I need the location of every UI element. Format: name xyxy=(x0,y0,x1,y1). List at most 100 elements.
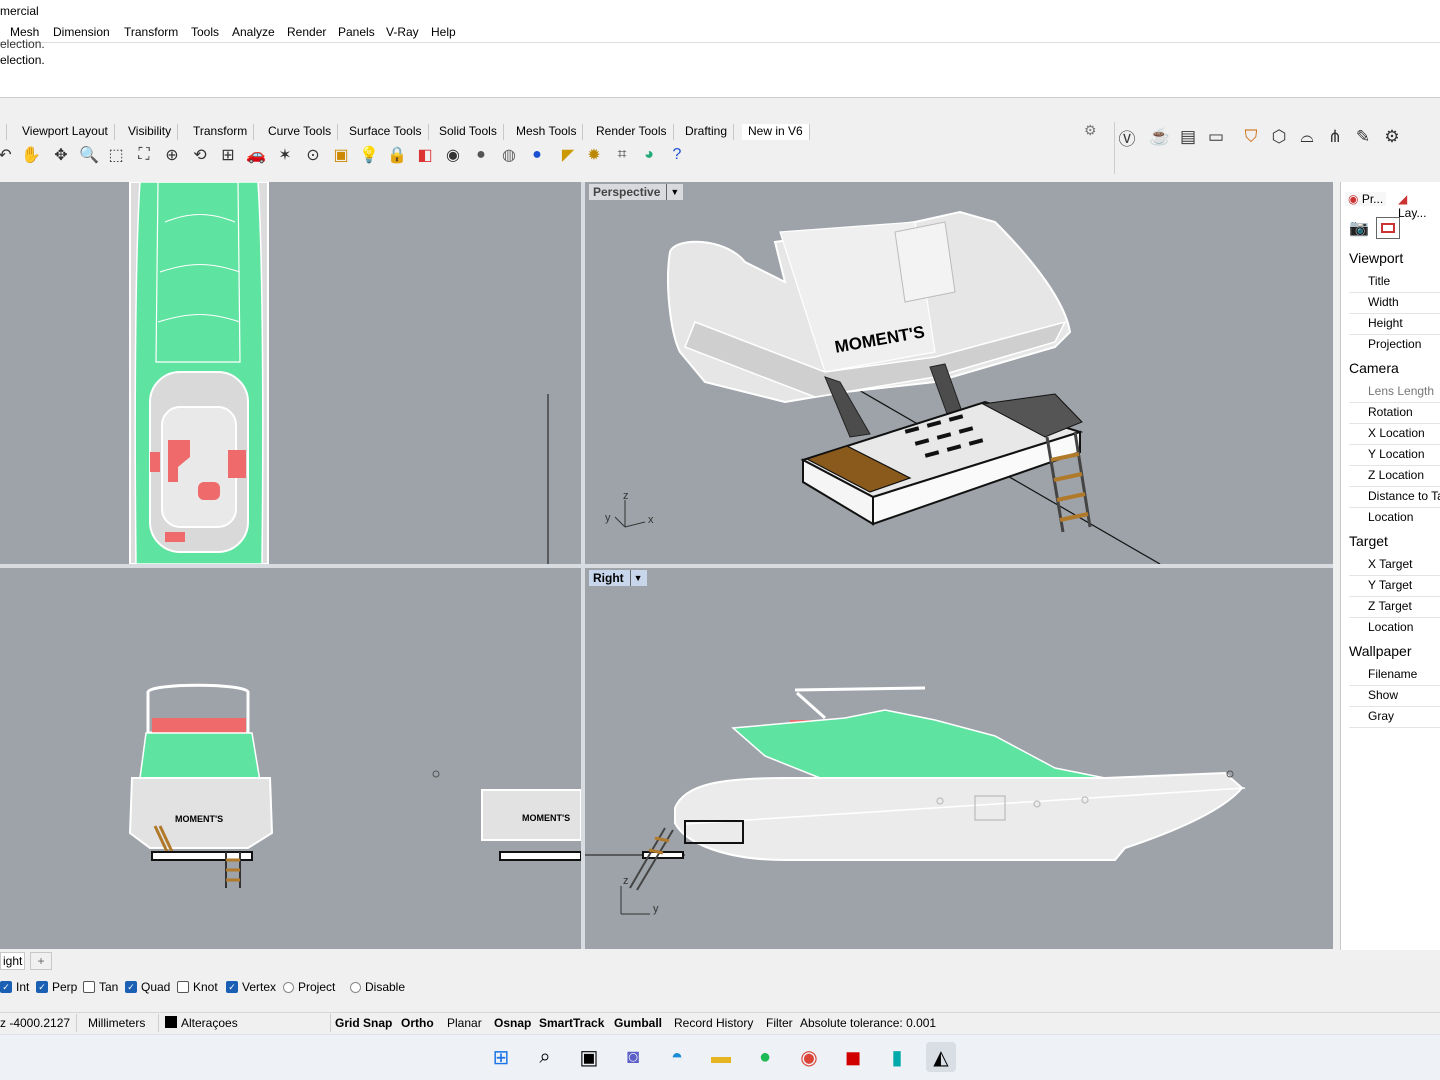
osnap-toggle[interactable]: Osnap xyxy=(494,1016,531,1030)
menu-render[interactable]: Render xyxy=(287,25,326,39)
point-icon[interactable]: ⊙ xyxy=(302,144,324,166)
teams-icon[interactable]: ◙ xyxy=(618,1042,648,1072)
four-viewports-icon[interactable]: ⊞ xyxy=(217,144,239,166)
planar-toggle[interactable]: Planar xyxy=(447,1016,482,1030)
command-history[interactable]: election. election. xyxy=(0,37,1440,98)
radio-icon[interactable] xyxy=(283,981,294,993)
viewport-frame-icon[interactable] xyxy=(1376,217,1400,239)
help-icon[interactable]: ? xyxy=(666,144,688,166)
dimension-icon[interactable]: ◤ xyxy=(557,144,579,166)
sphere-icon[interactable]: ● xyxy=(470,144,492,166)
prop-projection[interactable]: Projection xyxy=(1368,337,1421,351)
checkbox-icon[interactable] xyxy=(83,981,95,993)
osnap-knot[interactable]: Knot xyxy=(177,980,218,994)
menu-analyze[interactable]: Analyze xyxy=(232,25,275,39)
snapshot-icon[interactable]: ▣ xyxy=(330,144,352,166)
tab-visibility[interactable]: Visibility xyxy=(122,124,179,140)
prop-y-target[interactable]: Y Target xyxy=(1368,578,1412,592)
add-viewport-tab-button[interactable]: + xyxy=(30,952,52,970)
menu-transform[interactable]: Transform xyxy=(124,25,178,39)
viewport-right[interactable]: Right ▼ y z xyxy=(585,568,1333,949)
prop-height[interactable]: Height xyxy=(1368,316,1403,330)
lock-icon[interactable]: 🔒 xyxy=(386,144,408,166)
tab-mesh-tools[interactable]: Mesh Tools xyxy=(510,124,584,140)
prop-z-location[interactable]: Z Location xyxy=(1368,468,1424,482)
zoom-selected-icon[interactable]: ⊕ xyxy=(161,144,183,166)
menu-tools[interactable]: Tools xyxy=(191,25,219,39)
rotate-view-icon[interactable]: ↶ xyxy=(0,144,16,166)
undo-view-icon[interactable]: ⟲ xyxy=(189,144,211,166)
tab-curve-tools[interactable]: Curve Tools xyxy=(262,124,339,140)
osnap-perp[interactable]: ✓ Perp xyxy=(36,980,77,994)
teapot-icon[interactable]: ☕ xyxy=(1148,125,1172,149)
gear-icon[interactable]: ⚙ xyxy=(1084,122,1097,139)
spotify-icon[interactable]: ● xyxy=(750,1042,780,1072)
checkbox-icon[interactable]: ✓ xyxy=(226,981,238,993)
acrobat-icon[interactable]: ◼ xyxy=(838,1042,868,1072)
tab-drafting[interactable]: Drafting xyxy=(679,124,735,140)
display-mode-icon[interactable]: ◧ xyxy=(414,144,436,166)
tab-viewport-layout[interactable]: Viewport Layout xyxy=(16,124,115,140)
record-history-toggle[interactable]: Record History xyxy=(674,1016,753,1030)
prop-camera-location[interactable]: Location xyxy=(1368,510,1413,524)
dome-light-icon[interactable]: ⌓ xyxy=(1295,125,1319,149)
grass-icon[interactable]: ⋔ xyxy=(1323,125,1347,149)
osnap-disable[interactable]: Disable xyxy=(350,980,405,994)
window-icon[interactable]: ▭ xyxy=(1204,125,1228,149)
tab-transform[interactable]: Transform xyxy=(187,124,255,140)
viewport-front[interactable]: MOMENT'S MOMENT'S xyxy=(0,568,581,949)
prop-title[interactable]: Title xyxy=(1368,274,1390,288)
smarttrack-toggle[interactable]: SmartTrack xyxy=(539,1016,604,1030)
tab-overflow[interactable] xyxy=(0,124,7,140)
prop-distance-to-target[interactable]: Distance to Ta xyxy=(1368,489,1440,503)
viewport-tab-right[interactable]: ight xyxy=(0,952,26,970)
brush-icon[interactable]: ✎ xyxy=(1351,125,1375,149)
vray-icon[interactable]: Ⓥ xyxy=(1115,125,1139,149)
checkbox-icon[interactable] xyxy=(177,981,189,993)
pan-hand-icon[interactable]: ✋ xyxy=(20,144,42,166)
prop-target-location[interactable]: Location xyxy=(1368,620,1413,634)
menu-dimension[interactable]: Dimension xyxy=(53,25,110,39)
current-layer-button[interactable]: Alteraçoes xyxy=(181,1016,238,1030)
checkbox-icon[interactable]: ✓ xyxy=(0,981,12,993)
grid-icon[interactable]: ⌗ xyxy=(611,144,633,166)
car-icon[interactable]: 🚗 xyxy=(245,144,267,166)
search-icon[interactable]: ⌕ xyxy=(530,1042,560,1072)
prop-x-target[interactable]: X Target xyxy=(1368,557,1412,571)
radio-icon[interactable] xyxy=(350,981,361,993)
filter-button[interactable]: Filter xyxy=(766,1016,793,1030)
edge-icon[interactable]: ◓ xyxy=(662,1042,692,1072)
light-bulb-icon[interactable]: 💡 xyxy=(358,144,380,166)
material-sphere-icon[interactable]: ● xyxy=(526,144,548,166)
tab-surface-tools[interactable]: Surface Tools xyxy=(343,124,429,140)
prop-show[interactable]: Show xyxy=(1368,688,1398,702)
viewport-perspective[interactable]: Perspective ▼ MOMENT'S x z y xyxy=(585,182,1333,564)
globe-icon[interactable]: ◕ xyxy=(638,144,660,166)
menu-vray[interactable]: V-Ray xyxy=(386,25,419,39)
3ds-max-icon[interactable]: ▮ xyxy=(882,1042,912,1072)
render-settings-icon[interactable]: ⚙ xyxy=(1380,125,1404,149)
viewport-top[interactable] xyxy=(0,182,581,564)
windows-start-icon[interactable]: ⊞ xyxy=(486,1042,516,1072)
tab-properties[interactable]: ◉ Pr... xyxy=(1345,192,1387,206)
lights-icon[interactable]: ✶ xyxy=(274,144,296,166)
zoom-extents-icon[interactable]: ⛶ xyxy=(133,144,155,166)
tab-render-tools[interactable]: Render Tools xyxy=(590,124,674,140)
prop-filename[interactable]: Filename xyxy=(1368,667,1417,681)
osnap-quad[interactable]: ✓ Quad xyxy=(125,980,170,994)
tab-solid-tools[interactable]: Solid Tools xyxy=(433,124,504,140)
gumball-toggle[interactable]: Gumball xyxy=(614,1016,662,1030)
units-button[interactable]: Millimeters xyxy=(88,1016,145,1030)
osnap-tan[interactable]: Tan xyxy=(83,980,118,994)
tab-new-in-v6[interactable]: New in V6 xyxy=(742,124,810,140)
osnap-vertex[interactable]: ✓ Vertex xyxy=(226,980,276,994)
ortho-toggle[interactable]: Ortho xyxy=(401,1016,434,1030)
prop-rotation[interactable]: Rotation xyxy=(1368,405,1413,419)
prop-z-target[interactable]: Z Target xyxy=(1368,599,1412,613)
osnap-int[interactable]: ✓ Int xyxy=(0,980,29,994)
checkbox-icon[interactable]: ✓ xyxy=(125,981,137,993)
camera-icon[interactable]: 📷 xyxy=(1347,217,1371,239)
gear-settings-icon[interactable]: ✹ xyxy=(583,144,605,166)
frame-buffer-icon[interactable]: ▤ xyxy=(1176,125,1200,149)
light-tool-icon[interactable]: ⛉ xyxy=(1239,125,1263,149)
